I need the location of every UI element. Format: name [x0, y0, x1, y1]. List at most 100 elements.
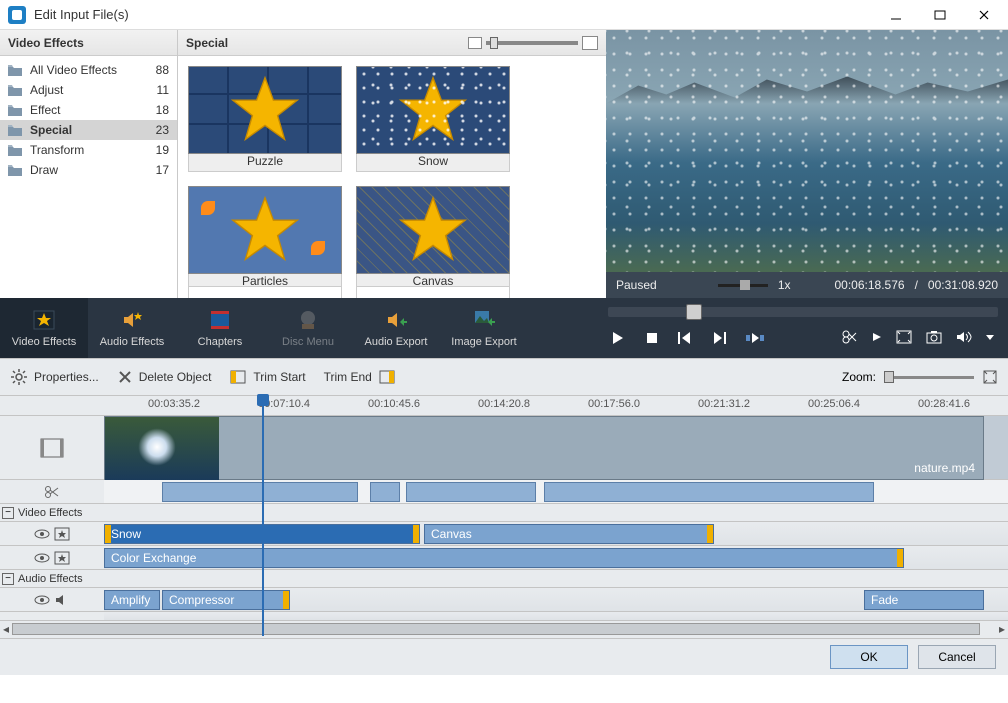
sidebar-item-label: Transform — [30, 143, 156, 157]
trim-start-button[interactable]: Trim Start — [229, 368, 305, 386]
split-button[interactable] — [842, 330, 858, 344]
fx-clip-label: Compressor — [169, 593, 234, 607]
sidebar-item-special[interactable]: Special 23 — [0, 120, 177, 140]
tab-audio-export[interactable]: Audio Export — [352, 298, 440, 358]
star-icon — [32, 308, 56, 332]
cancel-button[interactable]: Cancel — [918, 645, 996, 669]
thumb-small-button[interactable] — [468, 37, 482, 49]
speaker-icon[interactable] — [54, 593, 70, 607]
sidebar-item-adjust[interactable]: Adjust 11 — [0, 80, 177, 100]
volume-button[interactable] — [956, 330, 972, 344]
ruler-tick: 00:17:56.0 — [588, 398, 640, 410]
tab-disc-menu: Disc Menu — [264, 298, 352, 358]
tab-audio-effects[interactable]: Audio Effects — [88, 298, 176, 358]
fx-clip-fade[interactable]: Fade — [864, 590, 984, 610]
fx-clip-canvas[interactable]: Canvas — [424, 524, 714, 544]
button-label: Trim End — [324, 370, 372, 384]
stop-button[interactable] — [646, 332, 658, 344]
sidebar-list: All Video Effects 88 Adjust 11 Effect 18… — [0, 56, 177, 298]
thumb-size-slider[interactable] — [486, 41, 578, 45]
play-selection-button[interactable] — [746, 332, 764, 344]
cut-segment[interactable] — [162, 482, 358, 502]
section-label: Audio Effects — [18, 573, 83, 585]
tab-image-export[interactable]: Image Export — [440, 298, 528, 358]
sidebar-item-draw[interactable]: Draw 17 — [0, 160, 177, 180]
sidebar-item-effect[interactable]: Effect 18 — [0, 100, 177, 120]
timeline-hscroll[interactable]: ◂ ▸ — [0, 620, 1008, 638]
timeline: 00:03:35.2 00:07:10.4 00:10:45.6 00:14:2… — [0, 396, 1008, 638]
eye-icon[interactable] — [34, 527, 50, 541]
sidebar-item-count: 18 — [156, 103, 169, 117]
section-audio-effects[interactable]: − Audio Effects — [0, 570, 1008, 588]
sidebar-item-label: Effect — [30, 103, 156, 117]
prev-button[interactable] — [678, 332, 692, 344]
seek-bar[interactable] — [608, 307, 998, 317]
sidebar-item-all[interactable]: All Video Effects 88 — [0, 60, 177, 80]
cut-segment[interactable] — [544, 482, 874, 502]
speaker-star-icon — [120, 308, 144, 332]
sidebar-item-count: 23 — [156, 123, 169, 137]
play-button[interactable] — [610, 330, 626, 346]
effect-thumb-puzzle[interactable]: Puzzle — [188, 66, 342, 172]
video-clip[interactable]: nature.mp4 — [104, 416, 984, 480]
volume-dropdown-icon[interactable] — [986, 333, 994, 341]
sidebar-item-transform[interactable]: Transform 19 — [0, 140, 177, 160]
close-button[interactable] — [962, 0, 1006, 30]
eye-icon[interactable] — [34, 593, 50, 607]
fx-clip-color-exchange[interactable]: Color Exchange — [104, 548, 904, 568]
collapse-icon[interactable]: − — [2, 573, 14, 585]
playback-speed: 1x — [778, 278, 791, 292]
speed-slider[interactable] — [718, 284, 768, 287]
ok-button[interactable]: OK — [830, 645, 908, 669]
effect-thumb-partial[interactable] — [188, 286, 342, 298]
effect-thumb-partial[interactable] — [356, 286, 510, 298]
properties-button[interactable]: Properties... — [10, 368, 99, 386]
thumb-label: Puzzle — [188, 154, 342, 172]
effect-thumb-particles[interactable]: Particles — [188, 186, 342, 286]
playhead[interactable] — [262, 396, 264, 636]
scroll-thumb[interactable] — [12, 623, 980, 635]
disc-icon — [296, 308, 320, 332]
tab-label: Disc Menu — [282, 336, 334, 348]
fx-clip-compressor[interactable]: Compressor — [162, 590, 290, 610]
delete-object-button[interactable]: Delete Object — [117, 369, 212, 385]
zoom-slider[interactable] — [884, 376, 974, 379]
thumb-large-button[interactable] — [582, 36, 598, 50]
minimize-button[interactable] — [874, 0, 918, 30]
effect-thumb-canvas[interactable]: Canvas — [356, 186, 510, 286]
preview-video[interactable] — [606, 30, 1008, 272]
star-icon[interactable] — [54, 551, 70, 565]
ruler-tick: 00:21:31.2 — [698, 398, 750, 410]
sidebar-item-count: 17 — [156, 163, 169, 177]
section-video-effects[interactable]: − Video Effects — [0, 504, 1008, 522]
fx-clip-amplify[interactable]: Amplify — [104, 590, 160, 610]
scroll-left-icon[interactable]: ◂ — [0, 623, 12, 635]
star-icon[interactable] — [54, 527, 70, 541]
time-ruler[interactable]: 00:03:35.2 00:07:10.4 00:10:45.6 00:14:2… — [0, 396, 1008, 416]
folder-icon — [8, 165, 22, 176]
tab-label: Chapters — [198, 336, 243, 348]
image-export-icon — [472, 308, 496, 332]
fullscreen-button[interactable] — [896, 330, 912, 344]
scroll-right-icon[interactable]: ▸ — [996, 623, 1008, 635]
sidebar-item-label: Special — [30, 123, 156, 137]
maximize-button[interactable] — [918, 0, 962, 30]
snapshot-button[interactable] — [926, 330, 942, 344]
split-play-icon[interactable] — [872, 332, 882, 342]
gallery-header: Special — [186, 36, 228, 50]
eye-icon[interactable] — [34, 551, 50, 565]
folder-icon — [8, 65, 22, 76]
tab-chapters[interactable]: Chapters — [176, 298, 264, 358]
zoom-fit-icon[interactable] — [982, 369, 998, 385]
cut-segment[interactable] — [370, 482, 400, 502]
video-track-head — [0, 416, 104, 479]
thumb-label: Canvas — [356, 274, 510, 286]
playback-state: Paused — [616, 278, 657, 292]
trim-end-button[interactable]: Trim End — [324, 368, 396, 386]
effect-thumb-snow[interactable]: Snow — [356, 66, 510, 172]
cut-segment[interactable] — [406, 482, 536, 502]
tab-video-effects[interactable]: Video Effects — [0, 298, 88, 358]
next-button[interactable] — [712, 332, 726, 344]
collapse-icon[interactable]: − — [2, 507, 14, 519]
app-icon — [8, 6, 26, 24]
